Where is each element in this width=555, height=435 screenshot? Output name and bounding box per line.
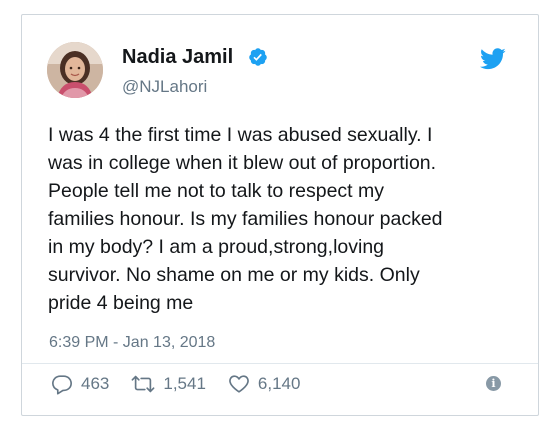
reply-icon [52, 375, 72, 395]
author-handle[interactable]: @NJLahori [122, 77, 207, 97]
avatar-image [47, 42, 103, 98]
like-count: 6,140 [257, 374, 301, 393]
info-icon[interactable]: i [486, 376, 501, 391]
tweet-timestamp[interactable]: 6:39 PM - Jan 13, 2018 [49, 334, 215, 352]
retweet-count: 1,541 [163, 374, 206, 393]
retweet-icon [131, 375, 155, 393]
twitter-bird-icon[interactable] [480, 48, 506, 70]
verified-badge-icon [249, 48, 267, 66]
avatar[interactable] [47, 42, 103, 98]
like-button[interactable]: 6,140 [228, 373, 301, 395]
reply-button[interactable]: 463 [51, 373, 109, 395]
action-bar: 463 1,541 6,140 [51, 372, 300, 396]
author-name[interactable]: Nadia Jamil [122, 46, 233, 69]
heart-icon [229, 375, 249, 393]
retweet-button[interactable]: 1,541 [131, 373, 206, 395]
divider [22, 363, 538, 364]
tweet-card: Nadia Jamil @NJLahori I was 4 the first … [21, 14, 539, 416]
reply-count: 463 [81, 374, 110, 393]
tweet-text: I was 4 the first time I was abused sexu… [48, 124, 443, 314]
